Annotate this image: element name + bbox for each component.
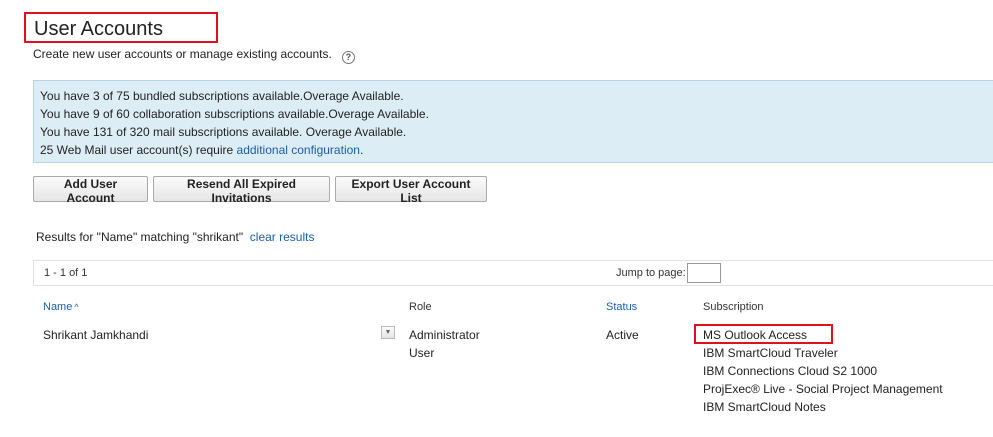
info-line-mail: You have 131 of 320 mail subscriptions a… <box>40 125 407 139</box>
column-header-name-label: Name <box>43 301 73 313</box>
subscription-projexec-live: ProjExec® Live - Social Project Manageme… <box>703 382 943 396</box>
highlight-annotation <box>694 324 833 344</box>
subscription-smartcloud-notes: IBM SmartCloud Notes <box>703 400 826 414</box>
pager-range: 1 - 1 of 1 <box>44 267 88 279</box>
column-header-status[interactable]: Status <box>606 301 637 313</box>
info-line-bundled: You have 3 of 75 bundled subscriptions a… <box>40 89 404 103</box>
user-name-link[interactable]: Shrikant Jamkhandi <box>43 326 148 344</box>
clear-results-link[interactable]: clear results <box>250 230 315 244</box>
column-header-subscription: Subscription <box>703 301 764 313</box>
webmail-text: 25 Web Mail user account(s) require <box>40 143 237 157</box>
role-cell: Administrator User <box>409 326 480 362</box>
pager-bar: 1 - 1 of 1 Jump to page: <box>33 260 993 286</box>
info-line-collaboration: You have 9 of 60 collaboration subscript… <box>40 107 429 121</box>
subscription-smartcloud-traveler: IBM SmartCloud Traveler <box>703 346 838 360</box>
role-user: User <box>409 346 435 360</box>
results-summary: Results for "Name" matching "shrikant" c… <box>36 230 314 244</box>
jump-to-page-input[interactable] <box>687 263 721 283</box>
chevron-down-icon[interactable]: ▼ <box>381 326 395 339</box>
add-user-account-button[interactable]: Add User Account <box>33 176 148 205</box>
additional-configuration-link[interactable]: additional configuration <box>237 143 360 157</box>
subtitle-text: Create new user accounts or manage exist… <box>33 47 332 61</box>
subscription-connections-cloud: IBM Connections Cloud S2 1000 <box>703 364 878 378</box>
subscription-info-box: You have 3 of 75 bundled subscriptions a… <box>33 80 993 163</box>
status-cell: Active <box>606 328 639 342</box>
column-header-role: Role <box>409 301 432 313</box>
resend-expired-invitations-button[interactable]: Resend All Expired Invitations <box>153 176 330 205</box>
export-user-account-list-button[interactable]: Export User Account List <box>335 176 487 205</box>
page-title-text: User Accounts <box>34 18 163 40</box>
webmail-suffix: . <box>359 143 364 157</box>
page-title: User Accounts <box>24 12 218 43</box>
sort-ascending-icon: ^ <box>74 302 79 312</box>
help-icon[interactable]: ? <box>341 51 355 64</box>
info-line-webmail: 25 Web Mail user account(s) require addi… <box>40 141 993 159</box>
role-administrator: Administrator <box>409 328 480 342</box>
results-text: Results for "Name" matching "shrikant" <box>36 230 244 244</box>
page-subtitle: Create new user accounts or manage exist… <box>33 47 355 64</box>
column-header-name[interactable]: Name ^ <box>43 301 79 313</box>
jump-to-page-label: Jump to page: <box>616 267 686 279</box>
